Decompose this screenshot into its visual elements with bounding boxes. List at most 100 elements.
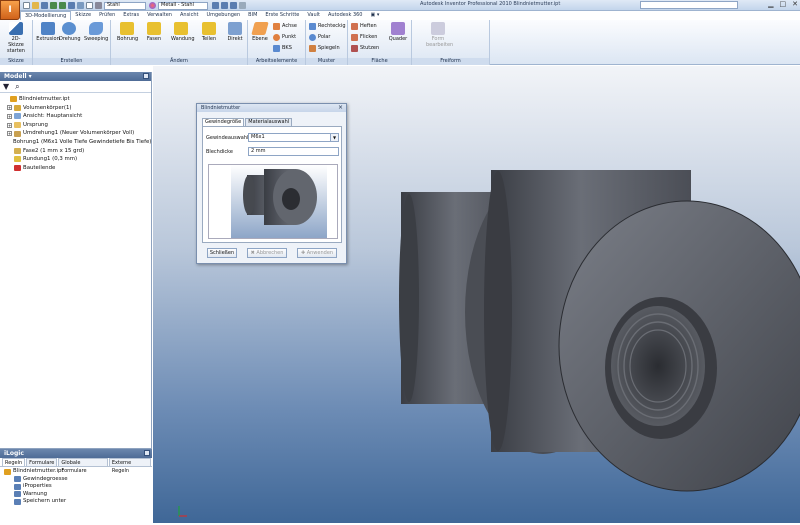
gewinde-label: Gewindeauswahl xyxy=(206,135,249,141)
undo-icon[interactable] xyxy=(50,2,57,9)
abbrechen-button[interactable]: ✖ Abbrechen xyxy=(247,248,287,258)
tab-skizze[interactable]: Skizze xyxy=(71,11,95,20)
save-icon[interactable] xyxy=(41,2,48,9)
rule-item[interactable]: Speichern unter xyxy=(4,498,152,506)
zoom-icon[interactable] xyxy=(221,2,228,9)
tab-autodesk-360[interactable]: Autodesk 360 xyxy=(324,11,367,20)
material-combo[interactable]: Stahl xyxy=(104,1,146,10)
tab-gewindegroesse[interactable]: Gewindegröße xyxy=(202,118,245,126)
tab-pruefen[interactable]: Prüfen xyxy=(95,11,119,20)
expand-icon[interactable]: + xyxy=(7,131,12,137)
open-icon[interactable] xyxy=(32,2,39,9)
search-input[interactable] xyxy=(640,1,738,9)
browser-node[interactable]: + Volumenkörper(1) xyxy=(3,104,151,113)
dialog-tabs: Gewindegröße Materialauswahl xyxy=(202,118,293,126)
tab-formulare[interactable]: Formulare xyxy=(26,458,58,466)
teilen-button[interactable]: Teilen xyxy=(199,22,219,42)
rect-pattern-icon xyxy=(309,23,316,30)
dialog-title: Blindnietmutter × xyxy=(197,104,346,112)
heften-button[interactable]: Heften xyxy=(351,22,377,31)
spiegeln-button[interactable]: Spiegeln xyxy=(309,44,340,53)
tab-globale-formulare[interactable]: Globale Formulare xyxy=(58,458,108,474)
browser-node[interactable]: Rundung1 (0,3 mm) xyxy=(3,155,151,164)
browser-node[interactable]: Blindnietmutter.ipt xyxy=(3,95,151,104)
drehung-button[interactable]: Drehung xyxy=(59,22,81,42)
tab-3d-modellierung[interactable]: 3D-Modellierung xyxy=(20,11,72,20)
select-icon[interactable] xyxy=(86,2,93,9)
rule-icon xyxy=(14,483,21,490)
close-icon[interactable]: × xyxy=(338,104,343,112)
blindnietmutter-dialog: Blindnietmutter × Gewindegröße Materialau… xyxy=(196,103,347,264)
panel-arbeitselemente: Ebene Achse Punkt BKS Arbeitselemente xyxy=(248,20,306,65)
browser-node[interactable]: + Ansicht: Hauptansicht xyxy=(3,112,151,121)
rule-item[interactable]: Warnung xyxy=(4,491,152,499)
browser-node[interactable]: Fase2 (1 mm x 15 grd) xyxy=(3,147,151,156)
close-icon[interactable]: ✕ xyxy=(792,0,798,8)
bks-button[interactable]: BKS xyxy=(273,44,292,53)
close-icon[interactable] xyxy=(143,73,149,79)
direct-edit-icon xyxy=(228,22,242,35)
achse-button[interactable]: Achse xyxy=(273,22,297,31)
expand-icon[interactable]: + xyxy=(7,105,12,111)
anwenden-button[interactable]: ✚ Anwenden xyxy=(297,248,337,258)
start-sketch-button[interactable]: 2D-Skizze starten xyxy=(6,22,26,54)
add-icon[interactable] xyxy=(239,2,246,9)
wandung-button[interactable]: Wandung xyxy=(171,22,195,42)
appearance-combo[interactable]: Metall - Stahl xyxy=(158,1,208,10)
home-icon[interactable] xyxy=(68,2,75,9)
node-icon xyxy=(10,96,17,103)
sweeping-button[interactable]: Sweeping xyxy=(84,22,108,42)
form-bearbeiten-button[interactable]: Form bearbeiten xyxy=(426,22,453,48)
expand-icon[interactable]: + xyxy=(7,122,12,128)
bohrung-button[interactable]: Bohrung xyxy=(117,22,138,42)
browser-node[interactable]: + Umdrehung1 (Neuer Volumenkörper Voll) xyxy=(3,129,151,138)
tab-umgebungen[interactable]: Umgebungen xyxy=(202,11,244,20)
tab-materialauswahl[interactable]: Materialauswahl xyxy=(245,118,293,126)
redo-icon[interactable] xyxy=(59,2,66,9)
fasen-button[interactable]: Fasen xyxy=(144,22,164,42)
maximize-icon[interactable]: □ xyxy=(780,0,787,8)
expand-icon[interactable]: + xyxy=(7,113,12,119)
panel-label: Freiform xyxy=(412,58,489,65)
tab-externe-regeln[interactable]: Externe Regeln xyxy=(108,458,151,474)
tab-regeln[interactable]: Regeln xyxy=(2,458,26,466)
minimize-icon[interactable]: ▁ xyxy=(768,0,773,8)
browser-node-label: Umdrehung1 (Neuer Volumenkörper Voll) xyxy=(23,130,135,137)
measure-icon[interactable] xyxy=(212,2,219,9)
rule-item[interactable]: iProperties xyxy=(4,483,152,491)
tab-bim[interactable]: BIM xyxy=(244,11,261,20)
tab-verwalten[interactable]: Verwalten xyxy=(143,11,176,20)
browser-node[interactable]: + Ursprung xyxy=(3,121,151,130)
extrusion-button[interactable]: Extrusion xyxy=(36,22,60,42)
view-axis-indicator xyxy=(178,506,187,517)
tab-extras[interactable]: Extras xyxy=(119,11,143,20)
quader-button[interactable]: Quader xyxy=(388,22,408,42)
direkt-button[interactable]: Direkt xyxy=(225,22,245,42)
rule-item[interactable]: Gewindegroesse xyxy=(4,476,152,484)
application-menu-button[interactable]: I xyxy=(0,0,20,20)
panel-muster: Rechteckig Polar Spiegeln Muster xyxy=(306,20,348,65)
ebene-button[interactable]: Ebene xyxy=(250,22,270,42)
find-icon[interactable]: ⌕ xyxy=(15,82,19,92)
filter-icon[interactable]: ▼ xyxy=(3,82,9,91)
tab-vault[interactable]: Vault xyxy=(303,11,324,20)
tab-erste-schritte[interactable]: Erste Schritte xyxy=(261,11,303,20)
tab-ansicht[interactable]: Ansicht xyxy=(176,11,202,20)
rechteckig-button[interactable]: Rechteckig xyxy=(309,22,346,31)
punkt-button[interactable]: Punkt xyxy=(273,33,296,42)
update-icon[interactable] xyxy=(77,2,84,9)
panel-skizze: 2D-Skizze starten Skizze xyxy=(0,20,33,65)
stutzen-button[interactable]: Stutzen xyxy=(351,44,379,53)
ribbon-options-icon[interactable]: ▣ ▾ xyxy=(367,11,384,20)
schliessen-button[interactable]: Schließen xyxy=(207,248,237,258)
new-icon[interactable] xyxy=(23,2,30,9)
model-tree: Blindnietmutter.ipt + Volumenkörper(1) + Ans… xyxy=(0,93,151,172)
polar-button[interactable]: Polar xyxy=(309,33,330,42)
browser-node[interactable]: Bohrung1 (M6x1 Volle Tiefe Gewindetiefe … xyxy=(3,138,151,147)
flicken-button[interactable]: Flicken xyxy=(351,33,377,42)
close-icon[interactable] xyxy=(144,450,150,456)
browser-node[interactable]: Bauteilende xyxy=(3,164,151,173)
gewinde-dropdown[interactable]: M6x1 ▼ xyxy=(248,133,339,142)
pan-icon[interactable] xyxy=(230,2,237,9)
blechdicke-input[interactable]: 2 mm xyxy=(248,147,339,156)
